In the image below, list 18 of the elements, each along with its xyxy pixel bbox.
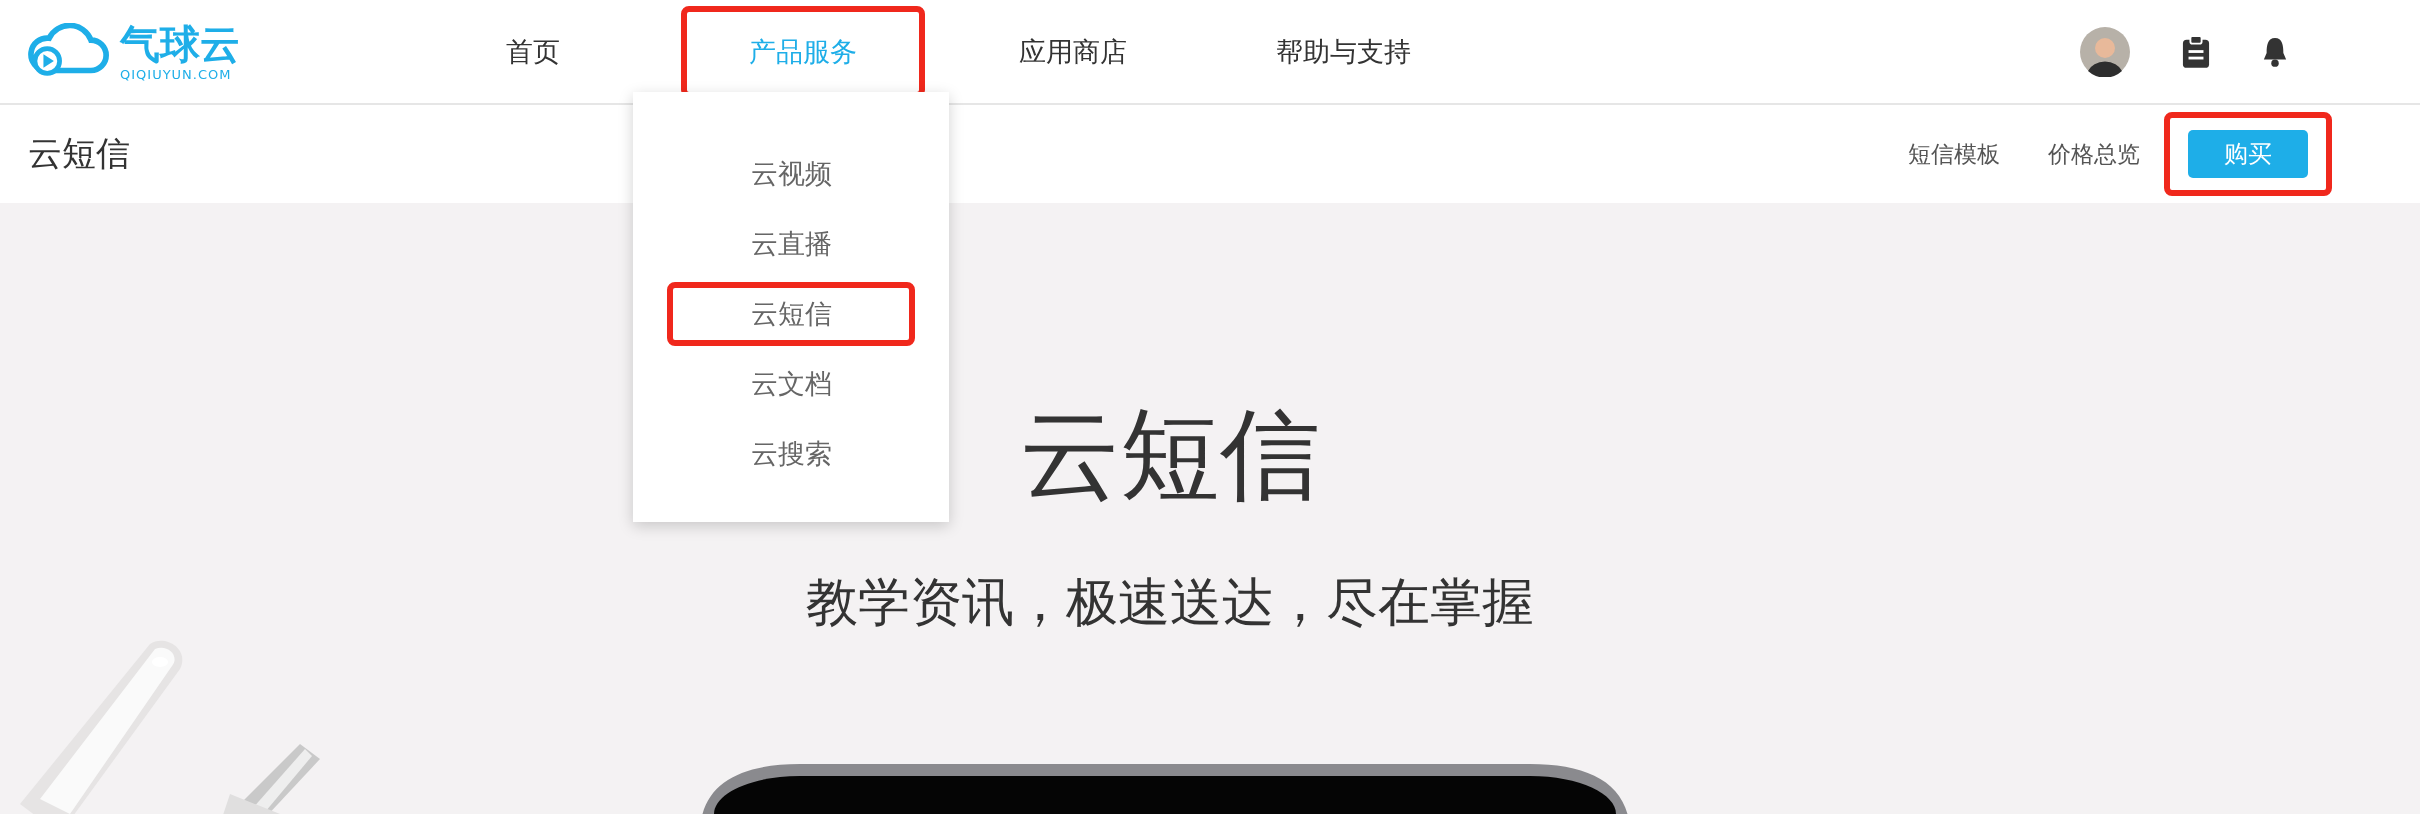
menu-item[interactable]: 云短信 — [671, 285, 911, 342]
menu-item[interactable]: 云视频 — [671, 145, 911, 202]
avatar-icon[interactable] — [2080, 26, 2130, 77]
hero-subtitle: 教学资讯，极速送达，尽在掌握 — [806, 571, 1534, 634]
nav-tab[interactable]: 首页 — [486, 11, 580, 92]
nav-tab[interactable]: 应用商店 — [999, 11, 1147, 92]
nav-tab[interactable]: 帮助与支持 — [1255, 11, 1431, 92]
hero-title: 云短信 — [1020, 395, 1320, 515]
sub-link[interactable]: 短信模板 — [1908, 138, 2000, 170]
page-title: 云短信 — [28, 132, 130, 175]
sub-link[interactable]: 价格总览 — [2048, 138, 2140, 170]
clipboard-icon[interactable] — [2182, 35, 2210, 68]
logo-domain: QIQIUYUN.COM — [120, 67, 233, 82]
logo-name: 气球云 — [120, 21, 240, 67]
menu-item[interactable]: 云搜索 — [671, 425, 911, 482]
menu-item[interactable]: 云直播 — [671, 215, 911, 272]
menu-item[interactable]: 云文档 — [671, 355, 911, 412]
bell-icon[interactable] — [2262, 35, 2288, 68]
